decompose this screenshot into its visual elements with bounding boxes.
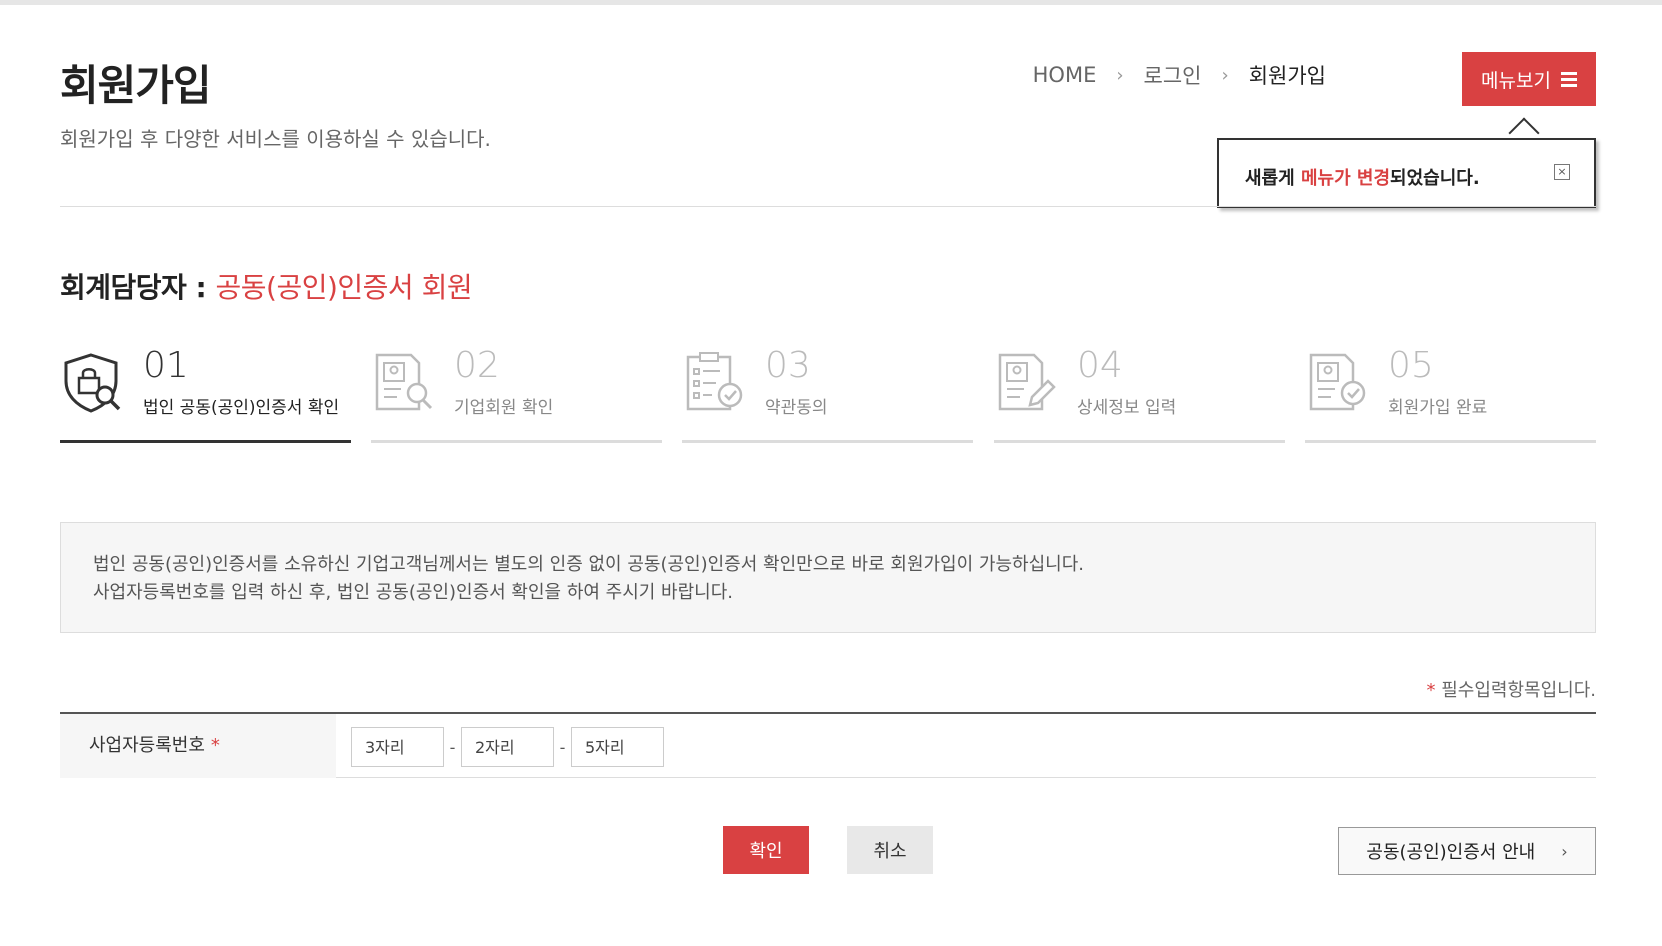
header-divider bbox=[60, 206, 1596, 207]
step-progress-bar bbox=[682, 440, 973, 443]
tooltip-prefix: 새롭게 bbox=[1245, 168, 1301, 189]
breadcrumb-current: 회원가입 bbox=[1248, 64, 1326, 88]
step-progress-bar bbox=[371, 440, 662, 443]
step-progress-bar bbox=[1305, 440, 1596, 443]
business-number-field-2[interactable] bbox=[461, 727, 554, 767]
close-icon[interactable]: × bbox=[1554, 164, 1570, 180]
business-number-label-cell: 사업자등록번호 * bbox=[60, 714, 336, 778]
step-1: 01 법인 공동(공인)인증서 확인 bbox=[60, 345, 351, 443]
breadcrumb-login[interactable]: 로그인 bbox=[1144, 60, 1202, 90]
info-line-2: 사업자등록번호를 입력 하신 후, 법인 공동(공인)인증서 확인을 하여 주시… bbox=[93, 582, 734, 603]
step-label: 회원가입 완료 bbox=[1388, 398, 1488, 418]
business-number-label: 사업자등록번호 bbox=[89, 735, 205, 756]
tooltip-highlight: 메뉴가 변경 bbox=[1300, 168, 1391, 189]
menu-button-label: 메뉴보기 bbox=[1481, 69, 1551, 92]
required-star: * bbox=[210, 735, 220, 756]
document-edit-icon bbox=[998, 353, 1056, 411]
section-label: 회계담당자 : bbox=[60, 271, 216, 304]
document-check-icon bbox=[1309, 353, 1366, 411]
chevron-right-icon: › bbox=[1561, 841, 1568, 861]
page-subtitle: 회원가입 후 다양한 서비스를 이용하실 수 있습니다. bbox=[60, 127, 491, 151]
business-number-form: 사업자등록번호* - - bbox=[60, 712, 1596, 778]
document-search-icon bbox=[375, 353, 433, 411]
shield-lock-search-icon bbox=[64, 353, 121, 413]
step-number: 02 bbox=[454, 345, 500, 386]
step-number: 03 bbox=[765, 345, 811, 386]
step-number: 04 bbox=[1077, 345, 1123, 386]
hamburger-icon bbox=[1560, 71, 1577, 87]
step-indicator: 01 법인 공동(공인)인증서 확인 02 기업회원 확인 03 약관동의 04… bbox=[60, 345, 1596, 443]
step-progress-bar bbox=[994, 440, 1285, 443]
page-title: 회원가입 bbox=[60, 61, 212, 110]
required-note-text: 필수입력항목입니다. bbox=[1435, 680, 1596, 701]
step-4: 04 상세정보 입력 bbox=[994, 345, 1285, 443]
dash-separator: - bbox=[449, 737, 456, 757]
checklist-check-icon bbox=[686, 352, 743, 411]
required-note: * 필수입력항목입니다. bbox=[1427, 676, 1596, 702]
step-number: 05 bbox=[1388, 345, 1434, 386]
certificate-guide-label: 공동(공인)인증서 안내 bbox=[1366, 842, 1536, 863]
dash-separator: - bbox=[559, 737, 566, 757]
tooltip-message: 새롭게 메뉴가 변경되었습니다. bbox=[1245, 164, 1480, 190]
certificate-guide-button[interactable]: 공동(공인)인증서 안내 › bbox=[1338, 827, 1596, 875]
menu-changed-tooltip: 새롭게 메뉴가 변경되었습니다. × bbox=[1217, 138, 1596, 208]
section-highlight: 공동(공인)인증서 회원 bbox=[215, 271, 473, 304]
step-label: 상세정보 입력 bbox=[1077, 398, 1177, 418]
breadcrumb-home[interactable]: HOME bbox=[1033, 63, 1097, 87]
section-title: 회계담당자 : 공동(공인)인증서 회원 bbox=[60, 266, 473, 306]
tooltip-suffix: 되었습니다. bbox=[1390, 168, 1480, 189]
step-3: 03 약관동의 bbox=[682, 345, 973, 443]
menu-button[interactable]: 메뉴보기 bbox=[1462, 52, 1596, 106]
cancel-button[interactable]: 취소 bbox=[847, 826, 933, 874]
step-label: 기업회원 확인 bbox=[454, 398, 554, 418]
step-label: 법인 공동(공인)인증서 확인 bbox=[143, 398, 340, 418]
business-number-field-3[interactable] bbox=[571, 727, 664, 767]
step-2: 02 기업회원 확인 bbox=[371, 345, 662, 443]
required-star: * bbox=[1426, 680, 1436, 701]
step-5: 05 회원가입 완료 bbox=[1305, 345, 1596, 443]
business-number-field-1[interactable] bbox=[351, 727, 444, 767]
chevron-right-icon: › bbox=[1116, 64, 1124, 86]
confirm-button[interactable]: 확인 bbox=[723, 826, 809, 874]
chevron-right-icon: › bbox=[1221, 64, 1229, 86]
top-border bbox=[0, 0, 1662, 5]
step-number: 01 bbox=[143, 345, 189, 386]
info-line-1: 법인 공동(공인)인증서를 소유하신 기업고객님께서는 별도의 인증 없이 공동… bbox=[93, 554, 1084, 575]
step-progress-bar bbox=[60, 440, 351, 443]
step-label: 약관동의 bbox=[765, 398, 828, 418]
info-box: 법인 공동(공인)인증서를 소유하신 기업고객님께서는 별도의 인증 없이 공동… bbox=[60, 522, 1596, 633]
breadcrumb: HOME › 로그인 › 회원가입 bbox=[1033, 60, 1326, 90]
business-number-inputs: - - bbox=[351, 727, 664, 767]
